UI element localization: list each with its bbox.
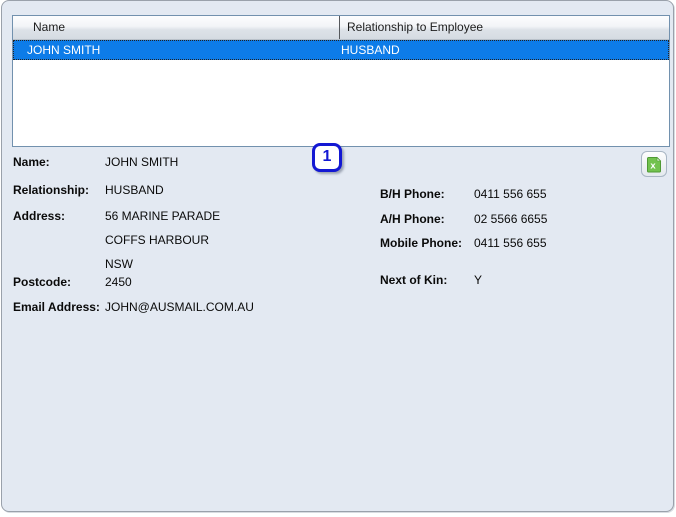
contacts-table: Name Relationship to Employee JOHN SMITH… — [12, 15, 670, 147]
column-header-relationship[interactable]: Relationship to Employee — [339, 16, 669, 39]
bh-phone-label: B/H Phone: — [380, 187, 445, 201]
postcode-value: 2450 — [105, 275, 132, 289]
email-address-value: JOHN@AUSMAIL.COM.AU — [105, 300, 254, 314]
email-address-label: Email Address: — [13, 300, 100, 314]
svg-text:x: x — [650, 160, 656, 171]
name-label: Name: — [13, 155, 50, 169]
address-label: Address: — [13, 209, 66, 223]
relationship-label: Relationship: — [13, 183, 90, 197]
ah-phone-value: 02 5566 6655 — [474, 212, 548, 226]
address-line-2: COFFS HARBOUR — [105, 233, 210, 247]
bh-phone-value: 0411 556 655 — [474, 187, 547, 201]
mobile-phone-label: Mobile Phone: — [380, 236, 462, 250]
export-to-excel-button[interactable]: x — [641, 151, 667, 177]
next-of-kin-panel: Name Relationship to Employee JOHN SMITH… — [1, 0, 674, 512]
column-header-name[interactable]: Name — [13, 16, 339, 39]
address-line-1: 56 MARINE PARADE — [105, 209, 221, 223]
table-row[interactable]: JOHN SMITH HUSBAND — [13, 40, 669, 60]
relationship-value: HUSBAND — [105, 183, 164, 197]
postcode-label: Postcode: — [13, 275, 72, 289]
ah-phone-label: A/H Phone: — [380, 212, 445, 226]
next-of-kin-label: Next of Kin: — [380, 273, 448, 287]
next-of-kin-value: Y — [474, 273, 483, 287]
callout-1-badge: 1 — [312, 143, 342, 172]
mobile-phone-value: 0411 556 655 — [474, 236, 547, 250]
cell-relationship: HUSBAND — [341, 43, 400, 57]
excel-export-icon: x — [646, 156, 662, 173]
name-value: JOHN SMITH — [105, 155, 179, 169]
table-header-row: Name Relationship to Employee — [13, 16, 669, 40]
cell-name: JOHN SMITH — [27, 43, 101, 57]
address-line-3: NSW — [105, 257, 133, 271]
